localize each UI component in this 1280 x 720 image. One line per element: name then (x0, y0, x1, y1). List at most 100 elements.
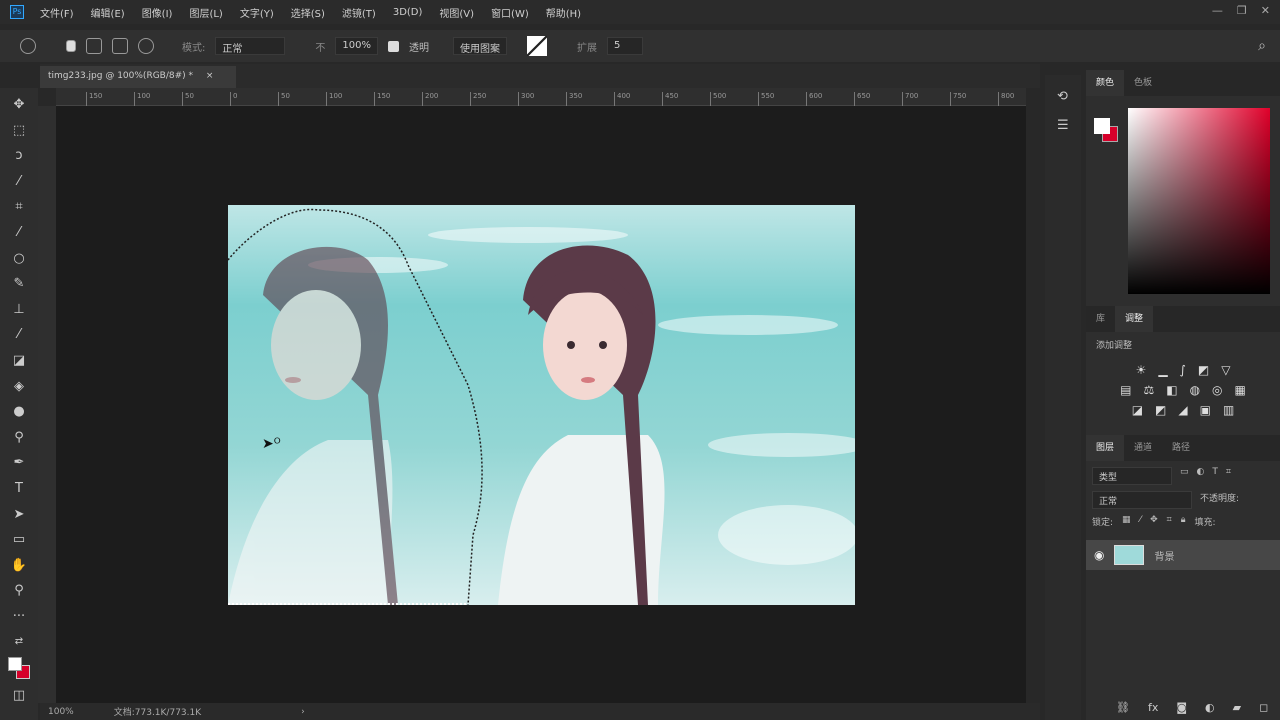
threshold-icon[interactable]: ◢ (1178, 403, 1187, 417)
quick-mask-icon[interactable]: ◫ (8, 685, 30, 707)
menu-select[interactable]: 选择(S) (291, 5, 325, 20)
lock-position-icon[interactable]: ✥ (1150, 515, 1158, 528)
minimize-icon[interactable]: — (1212, 4, 1223, 17)
history-icon[interactable]: ⟲ (1057, 89, 1081, 104)
tab-libraries[interactable]: 库 (1086, 306, 1115, 332)
type-tool-icon[interactable]: T (8, 478, 30, 500)
adjustment-layer-icon[interactable]: ◐ (1205, 701, 1215, 714)
mode-select[interactable]: 正常 (215, 37, 286, 55)
eyedropper-tool-icon[interactable]: ⁄ (8, 222, 30, 244)
document-image[interactable] (228, 205, 855, 605)
pen-tool-icon[interactable]: ✒ (8, 452, 30, 474)
opacity-field[interactable]: 100% (335, 37, 378, 55)
use-pattern-button[interactable]: 使用图案 (452, 37, 507, 55)
pattern-swatch-icon[interactable] (526, 36, 547, 56)
blur-tool-icon[interactable]: ● (8, 401, 30, 423)
layer-kind-filter[interactable]: 类型 (1092, 467, 1172, 485)
shape-tool-icon[interactable]: ▭ (8, 529, 30, 551)
lock-artboard-icon[interactable]: ⌗ (1167, 515, 1172, 528)
lasso-tool-icon[interactable]: ↄ (8, 145, 30, 167)
filter-shape-icon[interactable]: ⌗ (1226, 467, 1231, 485)
filter-pixel-icon[interactable]: ▭ (1180, 467, 1189, 485)
menu-layer[interactable]: 图层(L) (189, 5, 222, 20)
path-select-tool-icon[interactable]: ➤ (8, 504, 30, 526)
status-menu-arrow[interactable]: › (301, 707, 305, 717)
color-lookup-icon[interactable]: ▦ (1235, 383, 1246, 397)
menu-file[interactable]: 文件(F) (40, 5, 74, 20)
search-icon[interactable]: ⌕ (1258, 38, 1266, 54)
menu-view[interactable]: 视图(V) (439, 5, 474, 20)
close-icon[interactable]: ✕ (1261, 4, 1270, 17)
channel-mixer-icon[interactable]: ◎ (1212, 383, 1222, 397)
transparent-checkbox[interactable] (387, 40, 399, 52)
document-tab[interactable]: timg233.jpg @ 100%(RGB/8#) * × (40, 66, 236, 88)
color-balance-icon[interactable]: ⚖ (1143, 383, 1154, 397)
menu-help[interactable]: 帮助(H) (546, 5, 581, 20)
tab-paths[interactable]: 路径 (1162, 435, 1200, 461)
new-selection-icon[interactable] (66, 40, 76, 52)
invert-icon[interactable]: ◪ (1132, 403, 1143, 417)
menu-type[interactable]: 文字(Y) (240, 5, 274, 20)
properties-icon[interactable]: ☰ (1057, 118, 1081, 133)
marquee-tool-icon[interactable]: ⬚ (8, 120, 30, 142)
exposure-icon[interactable]: ◩ (1198, 363, 1209, 377)
tab-swatches[interactable]: 色板 (1124, 70, 1162, 96)
extra-field[interactable]: 5 (606, 37, 643, 55)
swap-colors-icon[interactable]: ⇄ (8, 631, 30, 653)
add-mask-icon[interactable]: ◙ (1176, 701, 1187, 714)
color-picker-field[interactable] (1128, 108, 1270, 294)
tab-channels[interactable]: 通道 (1124, 435, 1162, 461)
tab-adjustments[interactable]: 调整 (1115, 306, 1154, 332)
layer-row-background[interactable]: ◉ 背景 (1086, 540, 1280, 570)
restore-icon[interactable]: ❐ (1237, 4, 1247, 17)
menu-window[interactable]: 窗口(W) (491, 5, 529, 20)
menu-image[interactable]: 图像(I) (142, 5, 173, 20)
tab-color[interactable]: 颜色 (1086, 70, 1125, 96)
new-layer-icon[interactable]: ◻ (1259, 701, 1268, 714)
curves-icon[interactable]: ∫ (1180, 363, 1186, 377)
fx-icon[interactable]: fx (1148, 701, 1158, 714)
visibility-eye-icon[interactable]: ◉ (1094, 548, 1104, 562)
levels-icon[interactable]: ▁ (1158, 363, 1167, 377)
ellipse-tool-preset-icon[interactable] (20, 38, 36, 54)
stamp-tool-icon[interactable]: ⊥ (8, 299, 30, 321)
intersect-selection-icon[interactable] (138, 38, 154, 54)
dodge-tool-icon[interactable]: ⚲ (8, 427, 30, 449)
brightness-icon[interactable]: ☀ (1136, 363, 1147, 377)
vibrance-icon[interactable]: ▽ (1221, 363, 1230, 377)
zoom-level[interactable]: 100% (48, 707, 74, 717)
blend-mode-select[interactable]: 正常 (1092, 491, 1192, 509)
move-tool-icon[interactable]: ✥ (8, 94, 30, 116)
lock-paint-icon[interactable]: ⁄ (1140, 515, 1142, 528)
menu-edit[interactable]: 编辑(E) (91, 5, 125, 20)
healing-brush-tool-icon[interactable]: ✎ (8, 273, 30, 295)
subtract-selection-icon[interactable] (112, 38, 128, 54)
zoom-tool-icon[interactable]: ⚲ (8, 580, 30, 602)
ellipse-tool-icon[interactable]: ○ (8, 248, 30, 270)
hand-tool-icon[interactable]: ✋ (8, 555, 30, 577)
close-tab-icon[interactable]: × (206, 71, 214, 81)
menu-3d[interactable]: 3D(D) (393, 7, 423, 18)
filter-adjust-icon[interactable]: ◐ (1197, 467, 1205, 485)
layer-name[interactable]: 背景 (1154, 548, 1174, 563)
lock-transparent-icon[interactable]: ▦ (1122, 515, 1131, 528)
photo-filter-icon[interactable]: ◍ (1190, 383, 1200, 397)
selective-color-icon[interactable]: ▥ (1223, 403, 1234, 417)
posterize-icon[interactable]: ◩ (1155, 403, 1166, 417)
black-white-icon[interactable]: ◧ (1166, 383, 1177, 397)
gradient-map-icon[interactable]: ▣ (1200, 403, 1211, 417)
more-tools-icon[interactable]: ··· (8, 606, 30, 628)
foreground-color-swatch[interactable] (8, 657, 22, 672)
color-swatches[interactable] (6, 655, 32, 681)
foreground-color-chip[interactable] (1094, 118, 1110, 134)
add-selection-icon[interactable] (86, 38, 102, 54)
link-layers-icon[interactable]: ⛓ (1116, 701, 1130, 714)
filter-type-icon[interactable]: T (1212, 467, 1218, 485)
crop-tool-icon[interactable]: ⌗ (8, 196, 30, 218)
menu-filter[interactable]: 滤镜(T) (342, 5, 376, 20)
new-group-icon[interactable]: ▰ (1233, 701, 1241, 714)
eraser-tool-icon[interactable]: ◪ (8, 350, 30, 372)
brush-tool-icon[interactable]: ⁄ (8, 324, 30, 346)
quick-select-tool-icon[interactable]: ⁄ (8, 171, 30, 193)
hue-saturation-icon[interactable]: ▤ (1120, 383, 1131, 397)
